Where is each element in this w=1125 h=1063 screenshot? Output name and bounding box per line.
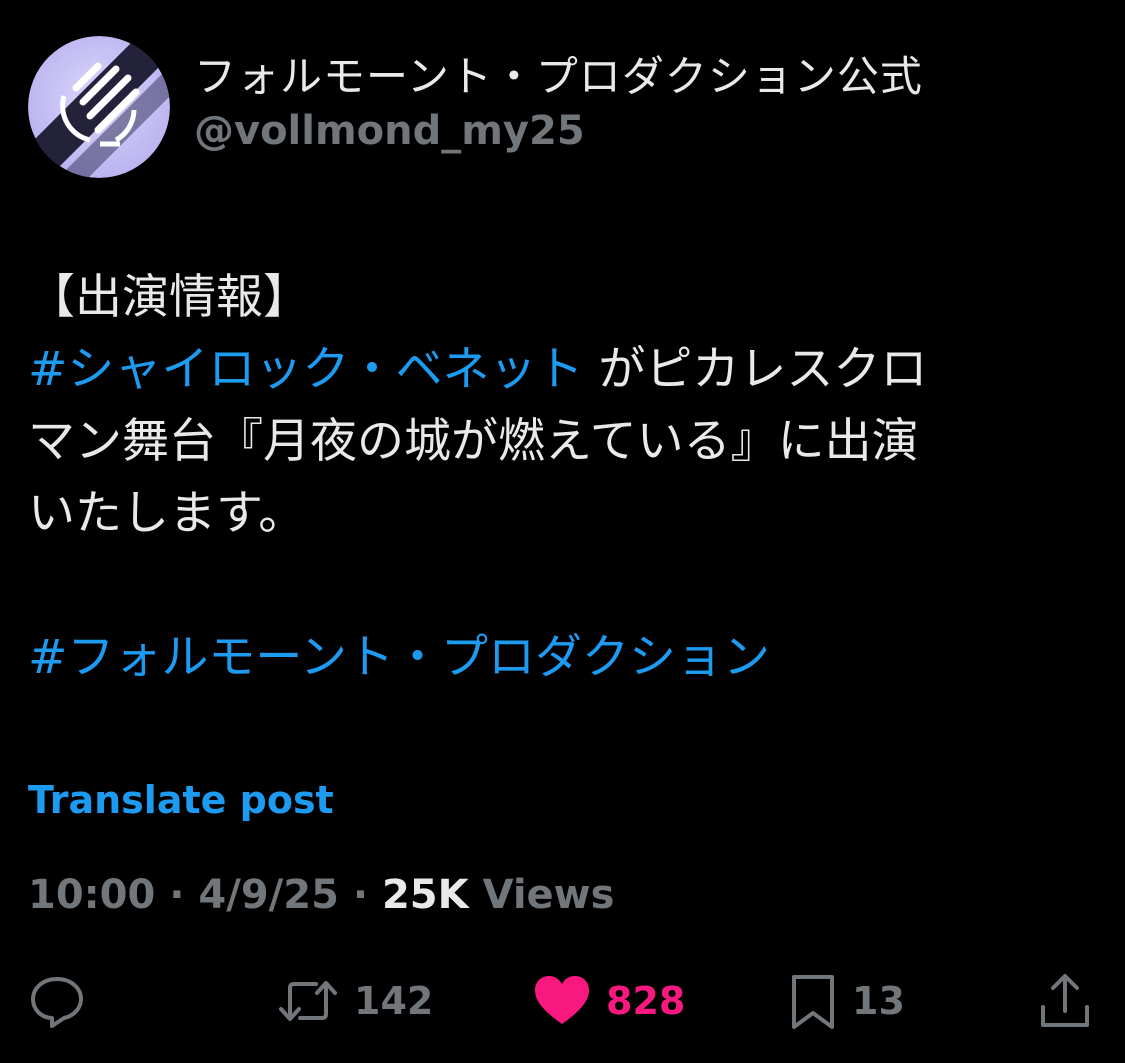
share-icon <box>1036 971 1094 1031</box>
repost-icon <box>276 972 340 1030</box>
account-names: フォルモーント・プロダクション公式 @vollmond_my25 <box>194 50 923 158</box>
repost-count: 142 <box>354 979 434 1023</box>
account-handle[interactable]: @vollmond_my25 <box>194 104 923 158</box>
post-date[interactable]: 4/9/25 <box>198 872 339 918</box>
heart-icon <box>532 972 592 1030</box>
display-name[interactable]: フォルモーント・プロダクション公式 <box>194 50 923 104</box>
hashtag-link-shylock[interactable]: #シャイロック・ベネット <box>28 342 583 397</box>
hashtag-link-vollmond[interactable]: #フォルモーント・プロダクション <box>28 630 770 685</box>
reply-button[interactable] <box>28 966 86 1036</box>
post-line-2: #シャイロック・ベネット がピカレスクロ <box>28 334 1098 406</box>
share-button[interactable] <box>1036 966 1094 1036</box>
like-button[interactable]: 828 <box>532 966 685 1036</box>
meta-separator: · <box>338 872 382 918</box>
post-time[interactable]: 10:00 <box>28 872 155 918</box>
bookmark-icon <box>788 971 838 1031</box>
repost-button[interactable]: 142 <box>276 966 433 1036</box>
post-line-5: #フォルモーント・プロダクション <box>28 622 1098 694</box>
bookmark-button[interactable]: 13 <box>788 966 905 1036</box>
post-text: 【出演情報】 #シャイロック・ベネット がピカレスクロ マン舞台『月夜の城が燃え… <box>28 262 1098 694</box>
reply-icon <box>28 972 86 1030</box>
action-bar: 142 828 13 <box>0 966 1125 1036</box>
like-count: 828 <box>606 979 686 1023</box>
post-line-4: いたします。 <box>28 486 306 541</box>
bookmark-count: 13 <box>852 979 905 1023</box>
meta-separator: · <box>155 872 199 918</box>
post-header: フォルモーント・プロダクション公式 @vollmond_my25 <box>28 36 1098 181</box>
post-line-3: マン舞台『月夜の城が燃えている』に出演 <box>28 414 919 469</box>
post-meta: 10:00 · 4/9/25 · 25K Views <box>28 868 614 922</box>
avatar[interactable] <box>28 36 170 178</box>
views-count: 25K <box>381 872 469 918</box>
translate-post-link[interactable]: Translate post <box>28 776 334 824</box>
views-label: Views <box>468 872 615 918</box>
post-line-2-text: がピカレスクロ <box>583 342 928 397</box>
post-line-1: 【出演情報】 <box>28 270 310 325</box>
